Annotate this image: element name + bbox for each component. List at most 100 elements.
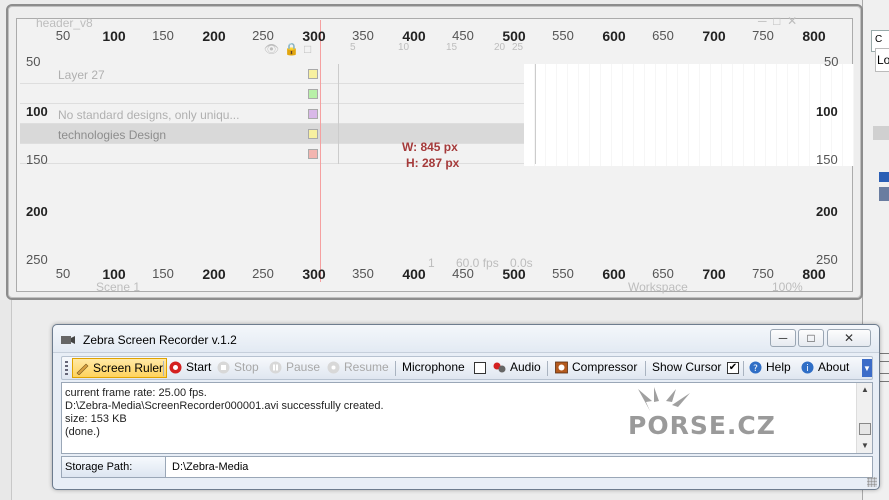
vertical-ruler-label-right: 150	[816, 152, 838, 167]
start-button[interactable]: Start	[166, 358, 211, 378]
watermark-arrows-icon	[638, 387, 690, 411]
show-cursor-checkbox[interactable]: ✔	[727, 362, 739, 374]
about-label: About	[818, 360, 850, 374]
eye-icon: 👁	[264, 42, 280, 56]
timeline-empty-grid	[524, 64, 854, 166]
compressor-label: Compressor	[572, 360, 638, 374]
show-cursor-toggle[interactable]: Show Cursor	[632, 358, 721, 378]
about-button[interactable]: i About	[798, 358, 849, 378]
ruler-tick-label: 250	[252, 266, 274, 281]
layer-color-swatch	[308, 69, 318, 79]
scroll-down-icon[interactable]: ▼	[860, 441, 870, 451]
scroll-up-icon[interactable]: ▲	[860, 385, 870, 395]
show-cursor-label: Show Cursor	[652, 360, 722, 374]
compressor-icon	[555, 361, 568, 374]
layer-name: No standard designs, only uniqu...	[58, 108, 240, 122]
screen-ruler-label: Screen Ruler	[93, 361, 164, 375]
recorder-title-bar[interactable]: Zebra Screen Recorder v.1.2 ─ □ ✕	[53, 325, 879, 353]
timeline-layer[interactable]	[20, 84, 536, 104]
ruler-tick-label: 550	[552, 28, 574, 43]
storage-path-label: Storage Path:	[62, 457, 166, 477]
resume-icon	[327, 361, 340, 374]
info-icon: i	[801, 361, 814, 374]
ruler-tick-label: 550	[552, 266, 574, 281]
minimize-button[interactable]: ─	[770, 329, 796, 347]
log-line: current frame rate: 25.00 fps.	[65, 387, 207, 399]
ruler-tick-label: 150	[152, 28, 174, 43]
background-tool-icon[interactable]	[879, 187, 889, 201]
pause-label: Pause	[286, 360, 321, 374]
vertical-ruler-label-left: 150	[26, 152, 48, 167]
ruler-tick-label: 450	[452, 28, 474, 43]
scene-label: Scene 1	[96, 280, 141, 294]
ruler-width-readout: W: 845 px	[402, 140, 458, 154]
ruler-tick-label: 650	[652, 266, 674, 281]
layer-name: technologies Design	[58, 128, 167, 142]
ruler-tick-label: 350	[352, 28, 374, 43]
layer-frames	[338, 104, 536, 124]
audio-button[interactable]: Audio	[490, 358, 541, 378]
layer-color-swatch	[308, 109, 318, 119]
ruler-tick-label: 300	[302, 28, 326, 44]
vertical-ruler-label-left: 200	[26, 204, 48, 219]
outline-icon: □	[304, 42, 312, 56]
toolbar-separator	[547, 361, 548, 376]
vertical-ruler-label-right: 250	[816, 252, 838, 267]
pause-button[interactable]: Pause	[266, 358, 320, 378]
ruler-tick-label: 600	[602, 266, 626, 282]
recorder-log[interactable]: current frame rate: 25.00 fps. D:\Zebra-…	[61, 382, 873, 454]
resume-button[interactable]: Resume	[324, 358, 389, 378]
help-button[interactable]: ? Help	[746, 358, 791, 378]
watermark-text: PORSE.CZ	[628, 411, 776, 440]
close-button[interactable]: ✕	[827, 329, 871, 347]
recorder-window[interactable]: Zebra Screen Recorder v.1.2 ─ □ ✕ Screen…	[52, 324, 880, 490]
microphone-toggle[interactable]: Microphone	[382, 358, 465, 378]
stop-button[interactable]: Stop	[214, 358, 259, 378]
ruler-tick-label: 450	[452, 266, 474, 281]
ruler-tick-label: 500	[502, 266, 526, 282]
compressor-button[interactable]: Compressor	[552, 358, 637, 378]
ruler-tick-label: 500	[502, 28, 526, 44]
layer-frames	[338, 64, 536, 84]
resize-grip[interactable]	[867, 477, 877, 487]
microphone-checkbox[interactable]	[474, 362, 486, 374]
timeline-layer[interactable]: No standard designs, only uniqu...	[20, 104, 536, 124]
maximize-button[interactable]: □	[798, 329, 824, 347]
ruler-tick-label: 250	[252, 28, 274, 43]
ruler-tick-label: 200	[202, 28, 226, 44]
background-bar	[873, 126, 889, 140]
vertical-ruler-label-right: 50	[824, 54, 839, 69]
toolbar-grip[interactable]	[65, 361, 68, 376]
help-label: Help	[766, 360, 791, 374]
toolbar-separator	[743, 361, 744, 376]
microphone-label: Microphone	[402, 360, 465, 374]
zoom-label: 100%	[772, 280, 803, 294]
ruler-tick-label: 100	[102, 266, 126, 282]
screen-ruler-button[interactable]: Screen Ruler	[72, 358, 168, 378]
recorder-title: Zebra Screen Recorder v.1.2	[83, 333, 237, 347]
ruler-tick-label: 300	[302, 266, 326, 282]
camera-icon	[61, 336, 75, 344]
toolbar-overflow-button[interactable]: ▼	[862, 359, 872, 377]
frame-number: 5	[350, 42, 356, 53]
ruler-tick-label: 50	[55, 28, 71, 43]
ruler-tick-label: 700	[702, 28, 726, 44]
stop-label: Stop	[234, 360, 259, 374]
storage-path-row: Storage Path: D:\Zebra-Media	[61, 456, 873, 478]
layer-color-swatch	[308, 149, 318, 159]
scrollbar-thumb[interactable]	[859, 423, 871, 435]
horizontal-ruler-bottom: 50 100 150 200 250 300 350 400 450 500 5…	[8, 262, 861, 282]
screen-ruler-window[interactable]: header_v8 ─ □ ✕ 👁 🔒 □ 5 10 15 20 25 Laye…	[6, 4, 863, 300]
svg-text:?: ?	[753, 364, 758, 374]
timeline-layer[interactable]: Layer 27	[20, 64, 536, 84]
layer-color-swatch	[308, 89, 318, 99]
ruler-tick-label: 650	[652, 28, 674, 43]
stop-icon	[217, 361, 230, 374]
horizontal-ruler-top: 50 100 150 200 250 300 350 400 450 500 5…	[8, 6, 861, 44]
storage-path-input[interactable]: D:\Zebra-Media	[172, 461, 248, 473]
log-scrollbar[interactable]: ▲ ▼	[856, 383, 872, 453]
audio-icon	[493, 362, 506, 373]
start-label: Start	[186, 360, 212, 374]
background-tool-icon[interactable]	[879, 172, 889, 182]
log-line: D:\Zebra-Media\ScreenRecorder000001.avi …	[65, 400, 384, 412]
